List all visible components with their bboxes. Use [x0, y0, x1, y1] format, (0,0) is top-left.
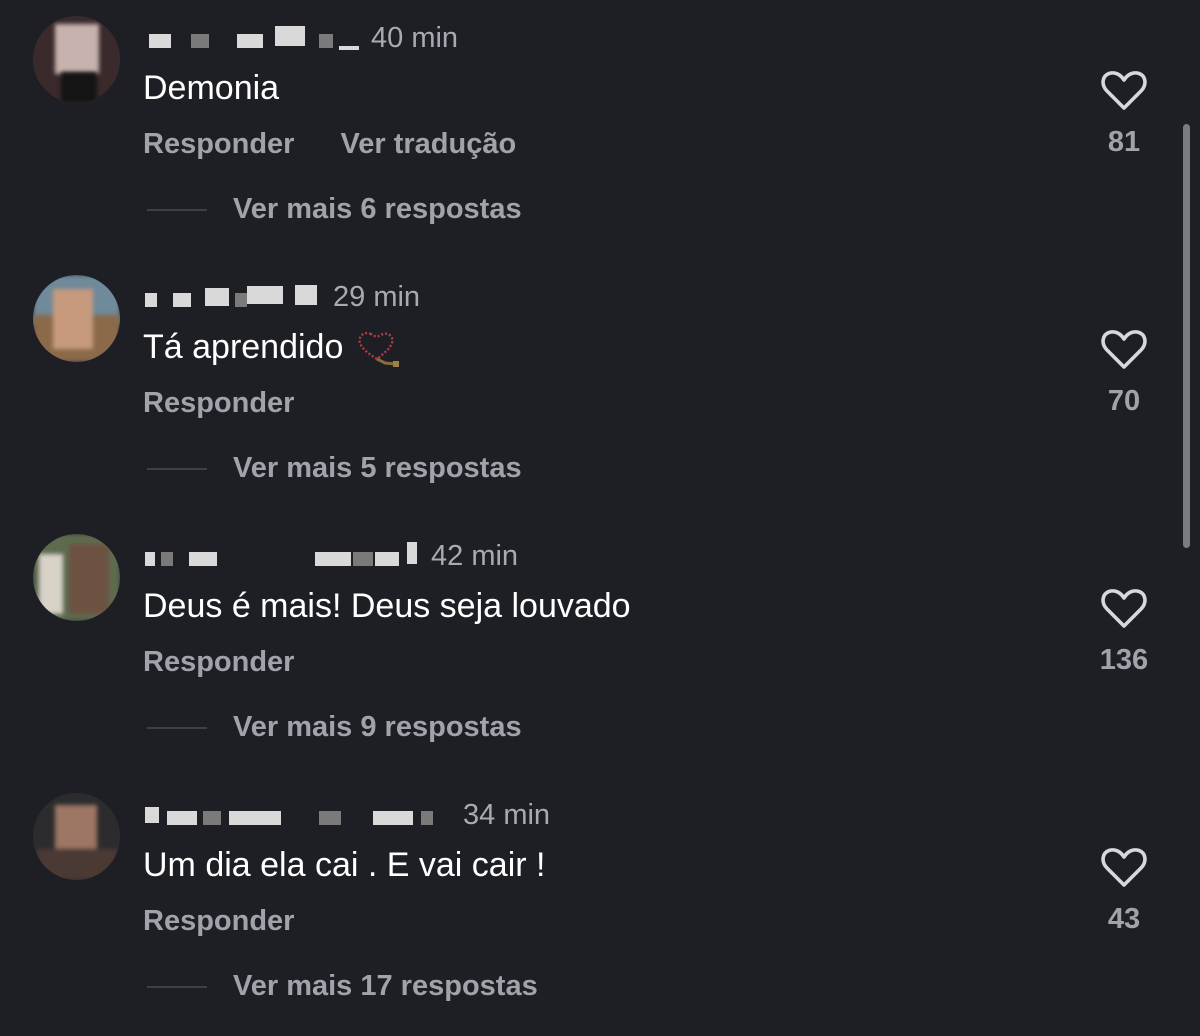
username-redacted[interactable]	[143, 279, 325, 315]
like-count: 43	[1107, 903, 1141, 935]
comment-text-content: Tá aprendido	[143, 328, 344, 366]
comment-text: Deus é mais! Deus seja louvado	[143, 587, 631, 625]
translate-button[interactable]: Ver tradução	[340, 128, 516, 161]
comment-time: 34 min	[463, 798, 551, 831]
avatar[interactable]	[33, 534, 120, 621]
comment-text: Um dia ela cai . E vai cair !	[143, 846, 546, 884]
comment-item: 42 min Deus é mais! Deus seja louvado Re…	[0, 518, 1200, 777]
comment-item: 34 min Um dia ela cai . E vai cair ! Res…	[0, 777, 1200, 1036]
view-replies[interactable]: Ver mais 17 respostas	[147, 970, 538, 1003]
like-area[interactable]: 81	[1084, 70, 1164, 159]
view-replies[interactable]: Ver mais 6 respostas	[147, 193, 522, 226]
replies-divider	[147, 208, 207, 211]
comment-text: Tá aprendido	[143, 328, 401, 369]
comment-time: 40 min	[371, 21, 459, 54]
view-replies-label[interactable]: Ver mais 5 respostas	[233, 452, 522, 485]
username-redacted[interactable]	[143, 538, 423, 574]
reply-button[interactable]: Responder	[143, 905, 294, 938]
like-count: 136	[1099, 644, 1149, 676]
reply-button[interactable]: Responder	[143, 128, 294, 161]
view-replies-label[interactable]: Ver mais 17 respostas	[233, 970, 538, 1003]
like-area[interactable]: 43	[1084, 847, 1164, 936]
comment-text: Demonia	[143, 69, 280, 107]
like-count: 70	[1107, 385, 1141, 417]
comment-time: 42 min	[431, 539, 519, 572]
like-area[interactable]: 70	[1084, 329, 1164, 418]
view-replies[interactable]: Ver mais 5 respostas	[147, 452, 522, 485]
comment-actions: Responder	[143, 905, 294, 938]
comment-item: 40 min Demonia Responder Ver tradução Ve…	[0, 0, 1200, 259]
rosary-icon	[358, 331, 400, 368]
view-replies-label[interactable]: Ver mais 9 respostas	[233, 711, 522, 744]
like-count: 81	[1107, 126, 1141, 158]
comment-header: 34 min	[143, 797, 550, 833]
avatar[interactable]	[33, 275, 120, 362]
reply-button[interactable]: Responder	[143, 646, 294, 679]
comment-header: 40 min	[143, 20, 458, 56]
username-redacted[interactable]	[143, 797, 455, 833]
comment-header: 42 min	[143, 538, 518, 574]
heart-icon[interactable]	[1101, 329, 1147, 371]
heart-icon[interactable]	[1101, 847, 1147, 889]
replies-divider	[147, 467, 207, 470]
comment-item: 29 min Tá aprendido Responder Ver mais 5…	[0, 259, 1200, 518]
scrollbar[interactable]	[1183, 124, 1190, 548]
replies-divider	[147, 985, 207, 988]
comment-header: 29 min	[143, 279, 420, 315]
username-redacted[interactable]	[143, 20, 363, 56]
like-area[interactable]: 136	[1084, 588, 1164, 677]
heart-icon[interactable]	[1101, 588, 1147, 630]
comment-actions: Responder	[143, 387, 294, 420]
view-replies[interactable]: Ver mais 9 respostas	[147, 711, 522, 744]
replies-divider	[147, 726, 207, 729]
heart-icon[interactable]	[1101, 70, 1147, 112]
comment-time: 29 min	[333, 280, 421, 313]
comment-actions: Responder	[143, 646, 294, 679]
avatar[interactable]	[33, 16, 120, 103]
avatar[interactable]	[33, 793, 120, 880]
view-replies-label[interactable]: Ver mais 6 respostas	[233, 193, 522, 226]
reply-button[interactable]: Responder	[143, 387, 294, 420]
comment-actions: Responder Ver tradução	[143, 128, 516, 161]
